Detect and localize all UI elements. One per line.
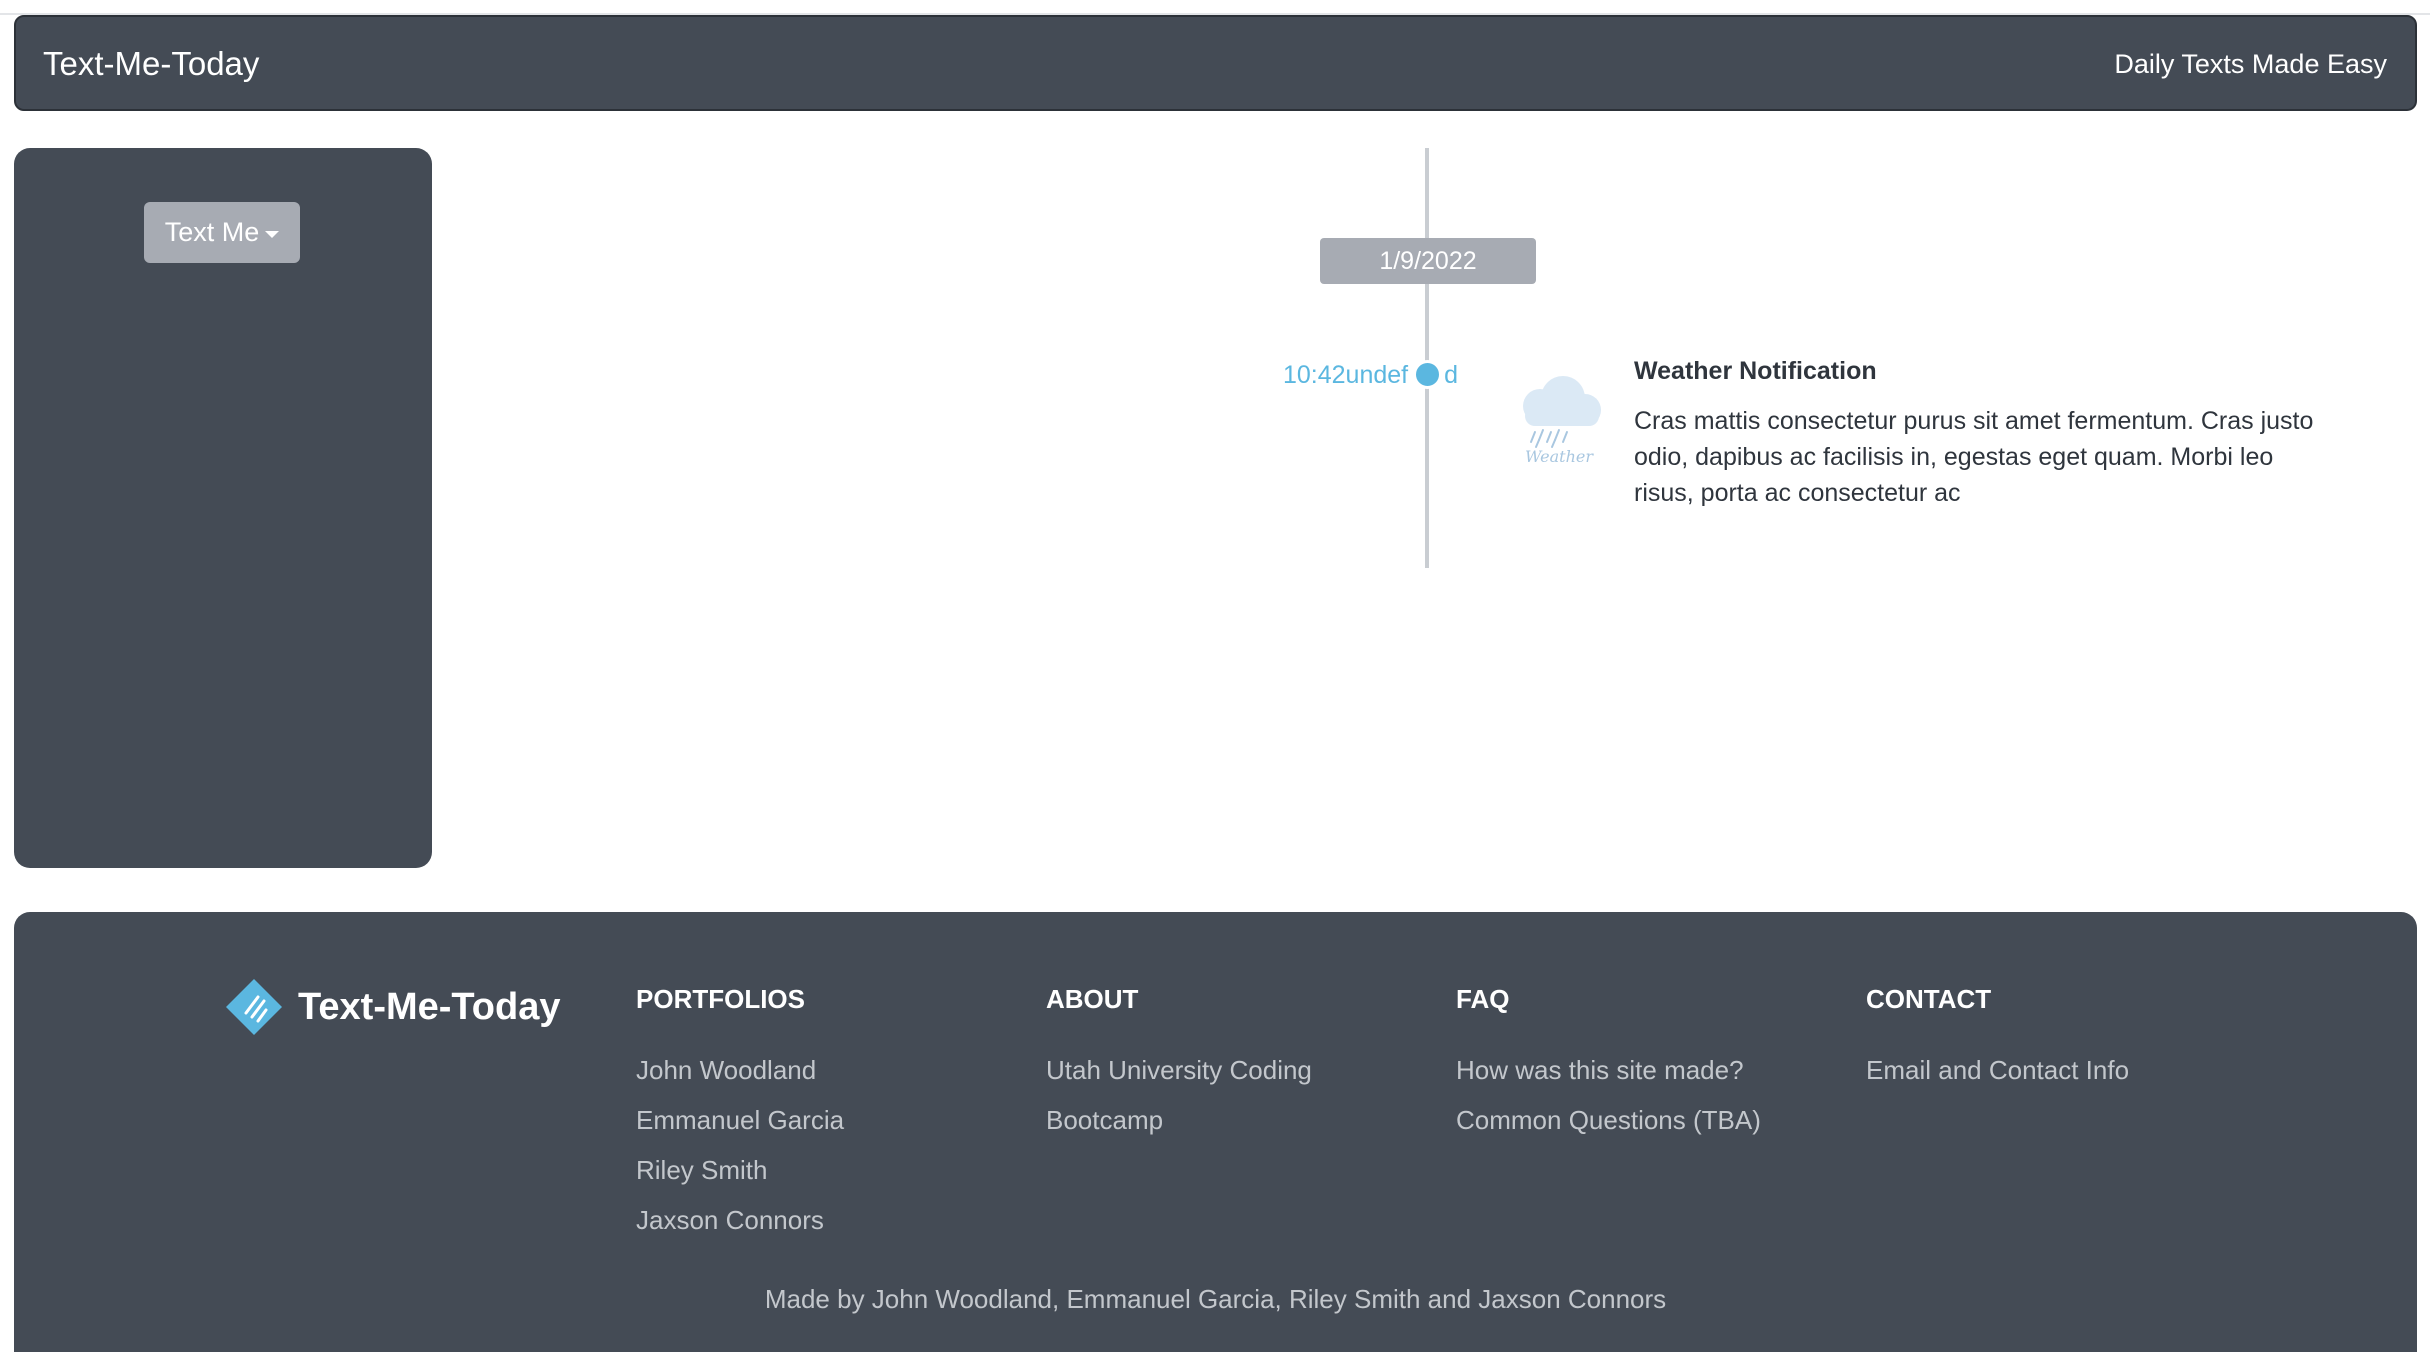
footer-column-contact: CONTACT Email and Contact Info [1866,984,2129,1095]
timeline-time: 10:42undef [1283,361,1409,389]
footer-link-how-made[interactable]: How was this site made? [1456,1045,1761,1095]
dropdown-label: Text Me [164,217,260,247]
footer-link-bootcamp[interactable]: Bootcamp [1046,1095,1312,1145]
footer-logo-text: Text-Me-Today [298,985,561,1028]
weather-icon-caption: Weather [1525,447,1594,466]
text-me-dropdown-button[interactable]: Text Me [144,202,300,263]
sidebar-panel: Text Me [14,148,432,868]
footer-column-title: FAQ [1456,984,1510,1014]
site-footer: Text-Me-Today PORTFOLIOS John Woodland E… [14,912,2417,1352]
footer-column-faq: FAQ How was this site made? Common Quest… [1456,984,1761,1145]
footer-link-jaxson-connors[interactable]: Jaxson Connors [636,1195,844,1245]
footer-column-portfolios: PORTFOLIOS John Woodland Emmanuel Garcia… [636,984,844,1245]
footer-logo[interactable]: Text-Me-Today [224,977,561,1037]
footer-link-utah-coding[interactable]: Utah University Coding [1046,1045,1312,1095]
timeline-line [1425,148,1429,568]
footer-column-title: PORTFOLIOS [636,984,805,1014]
caret-down-icon [265,231,280,238]
top-navbar: Text-Me-Today Daily Texts Made Easy [14,15,2417,111]
top-rule [0,0,2430,15]
brand-title[interactable]: Text-Me-Today [43,45,259,83]
notification-title: Weather Notification [1634,357,1877,385]
footer-link-john-woodland[interactable]: John Woodland [636,1045,844,1095]
footer-link-emmanuel-garcia[interactable]: Emmanuel Garcia [636,1095,844,1145]
footer-column-about: ABOUT Utah University Coding Bootcamp [1046,984,1312,1145]
diamond-logo-icon [226,979,282,1035]
timeline-dot [1413,360,1442,389]
timeline-date-badge: 1/9/2022 [1320,238,1536,284]
footer-credit: Made by John Woodland, Emmanuel Garcia, … [764,1284,1667,1314]
footer-link-common-questions[interactable]: Common Questions (TBA) [1456,1095,1761,1145]
footer-link-email-contact[interactable]: Email and Contact Info [1866,1045,2129,1095]
timeline-time-tail: d [1444,361,1458,389]
footer-column-title: CONTACT [1866,984,1992,1014]
weather-rain-icon: Weather [1505,366,1613,474]
footer-link-riley-smith[interactable]: Riley Smith [636,1145,844,1195]
notification-body: Cras mattis consectetur purus sit amet f… [1634,407,2314,507]
footer-column-title: ABOUT [1046,984,1139,1014]
brand-tagline: Daily Texts Made Easy [2114,49,2387,79]
